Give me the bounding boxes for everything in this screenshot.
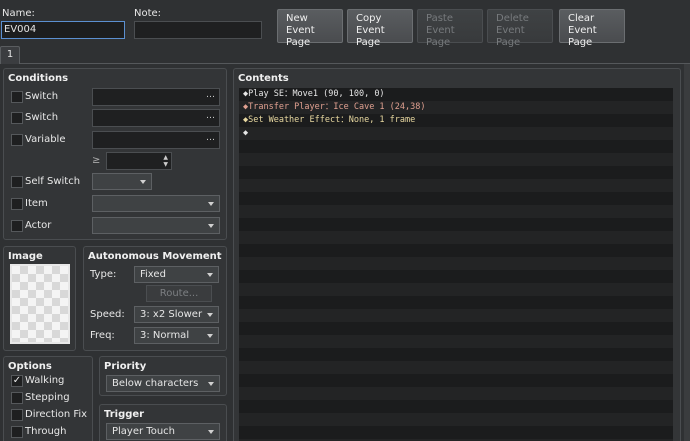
chevron-down-icon: [208, 430, 214, 434]
chevron-down-icon: [208, 382, 214, 386]
copy-event-page-button[interactable]: Copy Event Page: [347, 9, 413, 48]
conditions-panel: Conditions Switch … Switch … Variable … …: [3, 68, 227, 240]
command-text: ◆: [243, 128, 249, 138]
switch1-field[interactable]: …: [92, 88, 220, 106]
switch2-checkbox[interactable]: [11, 112, 23, 124]
movement-type-value: Fixed: [140, 269, 166, 280]
name-value: EV004: [4, 24, 37, 35]
variable-ellipsis-icon: …: [206, 133, 215, 143]
actor-checkbox[interactable]: [11, 220, 23, 232]
tab-page-1[interactable]: 1: [0, 46, 20, 64]
options-panel: Options Walking Stepping Direction Fix T…: [3, 356, 93, 441]
through-checkbox[interactable]: [11, 426, 23, 438]
item-label: Item: [25, 198, 48, 209]
walking-label: Walking: [25, 375, 65, 386]
movement-title: Autonomous Movement: [88, 251, 222, 262]
paste-event-page-button[interactable]: Paste Event Page: [417, 9, 483, 48]
item-dropdown[interactable]: [92, 195, 220, 212]
tab-strip-line: [0, 63, 690, 64]
route-button[interactable]: Route...: [146, 285, 212, 302]
trigger-value: Player Touch: [112, 426, 175, 437]
direction-fix-checkbox[interactable]: [11, 409, 23, 421]
switch2-label: Switch: [25, 112, 59, 123]
self-switch-label: Self Switch: [25, 176, 81, 187]
actor-dropdown[interactable]: [92, 217, 220, 234]
chevron-down-icon: [207, 273, 213, 277]
priority-dropdown[interactable]: Below characters: [106, 375, 220, 392]
gte-symbol: ≥: [92, 155, 101, 166]
chevron-down-icon: [208, 202, 214, 206]
chevron-down-icon: [207, 334, 213, 338]
movement-speed-dropdown[interactable]: 3: x2 Slower: [134, 306, 219, 323]
variable-field[interactable]: …: [92, 131, 220, 149]
command-text: ◆Play SE：Move1 (90, 100, 0): [243, 89, 385, 99]
movement-freq-dropdown[interactable]: 3: Normal: [134, 327, 219, 344]
contents-panel: Contents ◆Play SE：Move1 (90, 100, 0) ◆Tr…: [233, 68, 681, 441]
stepping-checkbox[interactable]: [11, 392, 23, 404]
movement-freq-value: 3: Normal: [140, 330, 190, 341]
movement-type-dropdown[interactable]: Fixed: [134, 266, 219, 283]
actor-label: Actor: [25, 220, 52, 231]
chevron-down-icon: [207, 313, 213, 317]
note-field[interactable]: [134, 21, 262, 39]
name-label: Name:: [2, 8, 35, 19]
variable-checkbox[interactable]: [11, 134, 23, 146]
options-title: Options: [8, 361, 52, 372]
freq-label: Freq:: [90, 330, 115, 341]
delete-event-page-button[interactable]: Delete Event Page: [487, 9, 553, 48]
trigger-title: Trigger: [104, 409, 145, 420]
variable-label: Variable: [25, 134, 66, 145]
chevron-down-icon: [140, 180, 146, 184]
priority-title: Priority: [104, 361, 147, 372]
variable-value-spinner[interactable]: ▲ ▼: [106, 152, 172, 170]
command-row[interactable]: ◆Transfer Player：Ice Cave 1 (24,38): [239, 101, 673, 114]
priority-panel: Priority Below characters: [99, 356, 227, 396]
window-scrollbar[interactable]: [684, 64, 690, 441]
spinner-arrows-icon[interactable]: ▲ ▼: [163, 154, 168, 168]
note-label: Note:: [134, 8, 162, 19]
walking-checkbox[interactable]: [11, 375, 23, 387]
conditions-title: Conditions: [8, 73, 69, 84]
command-list[interactable]: ◆Play SE：Move1 (90, 100, 0) ◆Transfer Pl…: [239, 88, 673, 441]
movement-speed-value: 3: x2 Slower: [140, 309, 203, 320]
command-row[interactable]: ◆Play SE：Move1 (90, 100, 0): [239, 88, 673, 101]
self-switch-dropdown[interactable]: [92, 173, 152, 190]
trigger-dropdown[interactable]: Player Touch: [106, 423, 220, 440]
through-label: Through: [25, 426, 67, 437]
image-title: Image: [8, 251, 43, 262]
command-row[interactable]: ◆: [239, 127, 673, 140]
command-text: ◆Set Weather Effect：None, 1 frame: [243, 115, 416, 125]
switch2-field[interactable]: …: [92, 109, 220, 127]
command-text: ◆Transfer Player：Ice Cave 1 (24,38): [243, 102, 426, 112]
stepping-label: Stepping: [25, 392, 70, 403]
clear-event-page-button[interactable]: Clear Event Page: [559, 9, 625, 48]
switch2-ellipsis-icon: …: [206, 111, 215, 121]
self-switch-checkbox[interactable]: [11, 176, 23, 188]
name-field[interactable]: EV004: [1, 21, 125, 39]
switch1-checkbox[interactable]: [11, 91, 23, 103]
contents-title: Contents: [238, 73, 289, 84]
switch1-ellipsis-icon: …: [206, 90, 215, 100]
direction-fix-label: Direction Fix: [25, 409, 88, 420]
new-event-page-button[interactable]: New Event Page: [277, 9, 343, 48]
autonomous-movement-panel: Autonomous Movement Type: Fixed Route...…: [83, 246, 227, 351]
item-checkbox[interactable]: [11, 198, 23, 210]
switch1-label: Switch: [25, 91, 59, 102]
chevron-down-icon: [208, 224, 214, 228]
priority-value: Below characters: [112, 378, 199, 389]
image-panel: Image: [3, 246, 76, 351]
event-image-preview[interactable]: [10, 264, 70, 344]
command-row[interactable]: ◆Set Weather Effect：None, 1 frame: [239, 114, 673, 127]
type-label: Type:: [90, 269, 117, 280]
trigger-panel: Trigger Player Touch: [99, 404, 227, 441]
speed-label: Speed:: [90, 309, 125, 320]
